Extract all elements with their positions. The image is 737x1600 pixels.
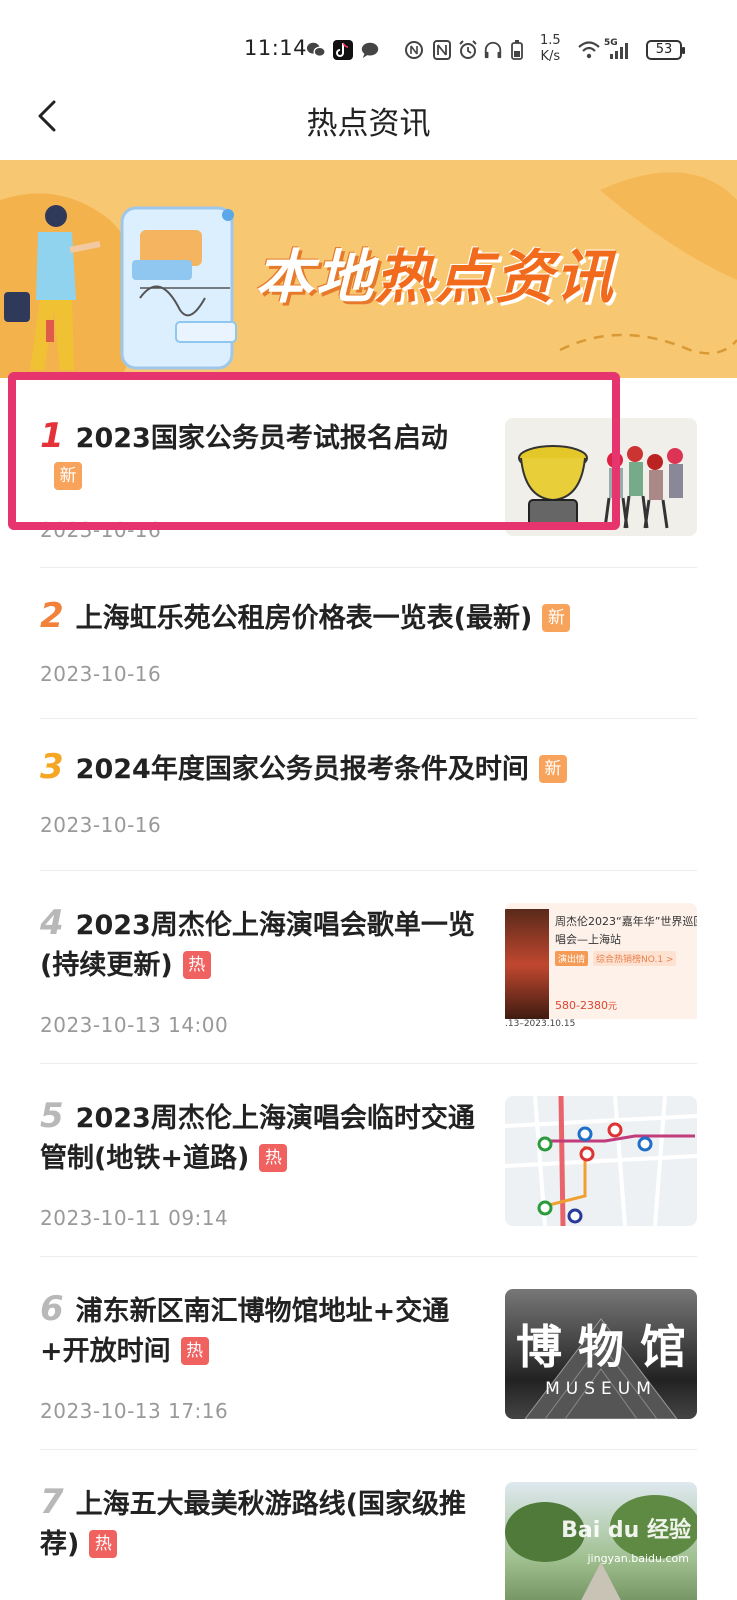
news-item-7[interactable]: 7 上海五大最美秋游路线(国家级推荐) 热 Bai du 经验 jingyan.ba…	[40, 1450, 697, 1600]
rank-number: 6	[40, 1289, 64, 1329]
device-battery-icon	[507, 40, 527, 60]
thumb-tag: 演出情	[555, 951, 589, 966]
rank-number: 2	[40, 596, 64, 636]
battery-indicator: 53	[646, 40, 685, 60]
banner-title: 本地热点资讯	[255, 230, 615, 314]
hot-badge: 热	[89, 1530, 118, 1558]
news-item-3[interactable]: 3 2024年度国家公务员报考条件及时间新 2023-10-16	[40, 719, 697, 871]
news-title-text: 2023周杰伦上海演唱会歌单一览(持续更新)	[40, 910, 475, 981]
news-item-5[interactable]: 5 2023周杰伦上海演唱会临时交通管制(地铁+道路) 热 2023-10-11 0…	[40, 1064, 697, 1257]
news-title: 6 浦东新区南汇博物馆地址+交通+开放时间热	[40, 1289, 480, 1372]
news-date: 2023-10-13 14:00	[40, 1013, 229, 1037]
news-thumbnail: 周杰伦2023“嘉年华”世界巡回 唱会—上海站 演出情 综合热销榜NO.1 > …	[505, 903, 697, 1033]
thumb-line1: 周杰伦2023“嘉年华”世界巡回	[555, 915, 697, 928]
hot-badge: 热	[180, 1337, 209, 1365]
news-date: 2023-10-16	[40, 813, 162, 837]
news-item-4[interactable]: 4 2023周杰伦上海演唱会歌单一览(持续更新) 热 2023-10-13 14:0…	[40, 871, 697, 1064]
page-title: 热点资讯	[306, 106, 431, 142]
network-speed-unit: K/s	[540, 49, 561, 64]
news-title-text: 2023周杰伦上海演唱会临时交通管制(地铁+道路)	[40, 1103, 475, 1174]
highlight-box	[8, 372, 620, 530]
network-speed-value: 1.5	[540, 33, 561, 48]
news-list: 1 2023国家公务员考试报名启动 新 2023-10-16 2 上海虹乐苑公租房价…	[0, 378, 737, 1600]
headphones-icon	[483, 40, 503, 60]
banner-title-local: 本地	[255, 243, 376, 311]
wechat-icon	[306, 40, 326, 60]
map-image	[505, 1096, 697, 1226]
watermark-logo: Bai du 经验	[561, 1518, 691, 1543]
thumb-dates: .13–2023.10.15	[505, 1019, 697, 1033]
news-date: 2023-10-13 17:16	[40, 1399, 229, 1423]
rank-number: 3	[40, 747, 64, 787]
thumb-price-unit: 元	[607, 1002, 617, 1012]
news-title: 5 2023周杰伦上海演唱会临时交通管制(地铁+道路) 热	[40, 1096, 480, 1179]
status-time: 11:14	[244, 36, 308, 60]
hot-badge: 热	[182, 951, 211, 979]
news-item-2[interactable]: 2 上海虹乐苑公租房价格表一览表(最新) 新 2023-10-16	[40, 568, 697, 719]
news-thumbnail: 博 物 馆 MUSEUM	[505, 1289, 697, 1419]
cell-signal-icon	[608, 40, 630, 60]
news-title-text: 2024年度国家公务员报考条件及时间	[75, 754, 529, 785]
new-badge: 新	[538, 755, 567, 783]
network-speed: 1.5 K/s	[540, 33, 561, 65]
watermark-url: jingyan.baidu.com	[587, 1552, 689, 1565]
news-thumbnail	[505, 1096, 697, 1226]
thumb-museum-cn: 博 物 馆	[515, 1320, 687, 1374]
new-badge: 新	[542, 604, 571, 632]
news-date: 2023-10-11 09:14	[40, 1206, 229, 1230]
news-title-text: 上海虹乐苑公租房价格表一览表(最新)	[75, 603, 533, 634]
news-date: 2023-10-16	[40, 662, 162, 686]
news-title: 7 上海五大最美秋游路线(国家级推荐) 热	[40, 1482, 480, 1565]
news-title-text: 浦东新区南汇博物馆地址+交通+开放时间	[40, 1296, 450, 1367]
rank-number: 5	[40, 1096, 64, 1136]
rank-number: 7	[40, 1482, 64, 1522]
nfc-icon	[432, 40, 452, 60]
thumb-price: 580-2380元	[555, 999, 617, 1012]
banner-title-hot: 热点资讯	[375, 243, 616, 311]
thumb-museum-en: MUSEUM	[545, 1379, 657, 1399]
news-item-6[interactable]: 6 浦东新区南汇博物馆地址+交通+开放时间热 2023-10-13 17:16 博…	[40, 1257, 697, 1450]
nav-header: 热点资讯	[0, 92, 737, 160]
poster-image	[505, 909, 549, 1021]
news-title: 4 2023周杰伦上海演唱会歌单一览(持续更新) 热	[40, 903, 480, 986]
tiktok-icon	[333, 40, 353, 60]
hot-badge: 热	[259, 1144, 288, 1172]
news-title: 2 上海虹乐苑公租房价格表一览表(最新) 新	[40, 596, 697, 639]
nfc-ring-icon	[404, 40, 424, 60]
thumb-tag2: 综合热销榜NO.1 >	[593, 951, 677, 966]
hot-news-banner: 本地热点资讯	[0, 160, 737, 380]
message-icon	[360, 40, 380, 60]
rank-number: 4	[40, 903, 64, 943]
wifi-icon	[576, 40, 602, 60]
news-thumbnail: Bai du 经验 jingyan.baidu.com	[505, 1482, 697, 1600]
status-bar: 11:14 1.5 K/s 5G 53	[0, 0, 737, 92]
news-title: 3 2024年度国家公务员报考条件及时间新	[40, 747, 697, 790]
alarm-icon	[458, 40, 478, 60]
thumb-line2: 唱会—上海站	[555, 933, 621, 946]
thumb-price-value: 580-2380	[555, 999, 608, 1012]
